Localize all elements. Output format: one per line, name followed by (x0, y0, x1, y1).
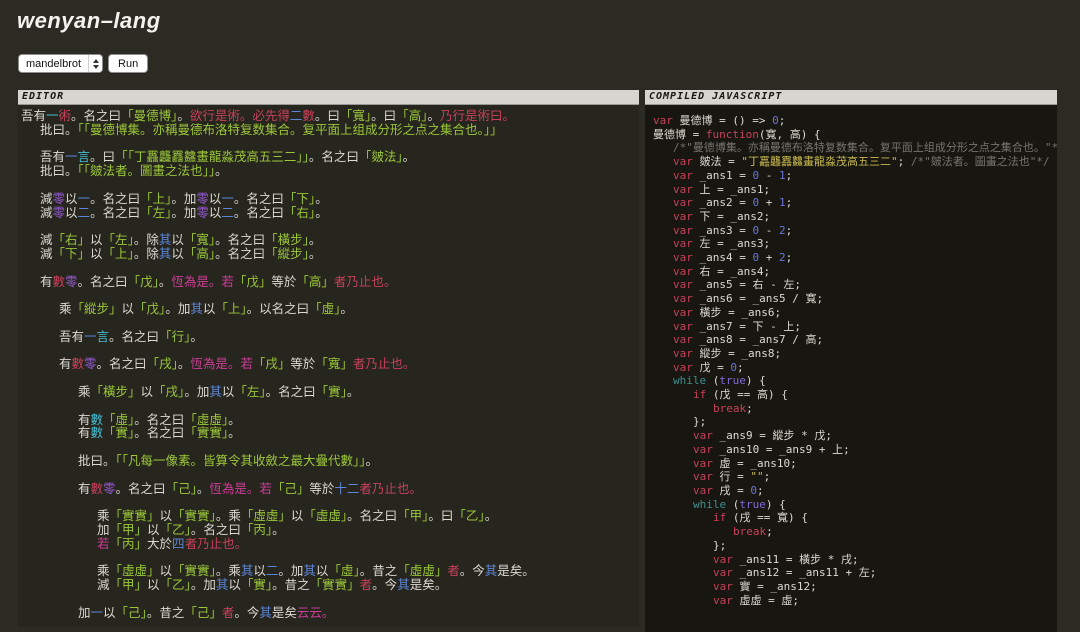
select-stepper-icon (88, 55, 100, 72)
code-line: 批曰。「「曼德博集。亦稱曼德布洛特复数集合。复平面上组成分形之点之集合也。」」 (40, 121, 503, 137)
code-line: /*"曼德博集。亦稱曼德布洛特复数集合。复平面上组成分形之点之集合也。"*/ (673, 141, 1057, 155)
code-line: var 橫步 = _ans6; (673, 305, 782, 319)
code-line: 吾有一言。曰「「丁靐龘䨺䲜畫龍淼茂高五三二」」。名之曰「皴法」。 (40, 149, 416, 165)
code-line: 批曰。「「凡每一像素。皆算令其收斂之最大疊代數」」。 (78, 452, 379, 468)
code-line: 乘「縱步」以「戊」。加其以「上」。以名之曰「虛」。 (59, 301, 353, 317)
code-line: 批曰。「「皴法者。圖畫之法也」」。 (40, 163, 228, 179)
code-line: 吾有一言。名之曰「行」。 (59, 328, 203, 344)
code-line: var _ans10 = _ans9 + 上; (693, 442, 850, 456)
code-line: break; (733, 525, 773, 539)
code-line: var 戌 = 0; (693, 483, 764, 497)
code-line: var _ans6 = _ans5 / 寬; (673, 292, 824, 306)
code-line: var 虛 = _ans10; (693, 456, 797, 470)
code-line: var 上 = _ans1; (673, 182, 771, 196)
code-line: 乘「實實」以「實實」。乘「虛虛」以「虛虛」。名之曰「甲」。曰「乙」。 (97, 508, 498, 524)
code-line: 乘「虛虛」以「實實」。乘其以二。加其以「虛」。昔之「虛虛」者。今其是矣。 (97, 563, 535, 579)
code-line: break; (713, 401, 753, 415)
code-line: 減「右」以「左」。除其以「寬」。名之曰「橫步」。 (40, 232, 322, 248)
code-line: var 行 = ""; (693, 470, 771, 484)
code-line: }; (693, 415, 707, 429)
code-line: 有數「實」。名之曰「實實」。 (78, 425, 241, 441)
compiled-js-panel: COMPILED JAVASCRIPT var 曼德博 = () => 0; 曼德… (645, 90, 1057, 632)
code-line: while (true) { (673, 374, 766, 388)
code-line: var _ans2 = 0 + 1; (673, 196, 793, 210)
code-line: var _ans8 = _ans7 / 高; (673, 333, 824, 347)
code-line: var 戊 = 0; (673, 360, 744, 374)
code-line: var 右 = _ans4; (673, 264, 771, 278)
code-line: 吾有一術。名之曰「曼德博」。欲行是術。必先得二數。曰「寬」。曰「高」。乃行是術曰… (21, 108, 515, 123)
code-line: var _ans7 = 下 - 上; (673, 319, 801, 333)
code-line: 減零以二。名之曰「左」。加零以二。名之曰「右」。 (40, 204, 328, 220)
code-line: var 曼德博 = () => 0; (653, 114, 786, 127)
code-line: var 皴法 = "丁靐龘䨺䲜畫龍淼茂高五三二"; /*"皴法者。圖畫之法也"*… (673, 155, 1050, 169)
code-line: var _ans12 = _ans11 + 左; (713, 566, 877, 580)
example-select-value: mandelbrot (26, 57, 82, 70)
code-line: var _ans4 = 0 + 2; (673, 251, 793, 265)
code-line: var 實 = _ans12; (713, 579, 817, 593)
code-line: var _ans9 = 縱步 * 戊; (693, 429, 832, 443)
code-line: 減「甲」以「乙」。加其以「實」。昔之「實實」者。今其是矣。 (97, 577, 448, 593)
code-line: var 左 = _ans3; (673, 237, 771, 251)
code-line: 若「丙」大於四者乃止也。 (97, 535, 248, 551)
code-line: while (true) { (693, 497, 786, 511)
code-line: 有數零。名之曰「戌」。恆為是。若「戌」等於「寬」者乃止也。 (59, 356, 416, 372)
code-line: if (戊 == 高) { (693, 388, 788, 402)
code-line: var _ans1 = 0 - 1; (673, 168, 793, 182)
code-line: }; (713, 538, 727, 552)
code-line: var 縱步 = _ans8; (673, 346, 782, 360)
code-line: var _ans11 = 橫步 * 戌; (713, 552, 859, 566)
code-line: 有數零。名之曰「戊」。恆為是。若「戊」等於「高」者乃止也。 (40, 273, 397, 289)
app-logo: wenyan–lang (17, 8, 161, 33)
code-line: 減「下」以「上」。除其以「高」。名之曰「縱步」。 (40, 245, 322, 261)
toolbar: mandelbrot Run (18, 54, 149, 73)
code-line: 加「甲」以「乙」。名之曰「丙」。 (97, 521, 285, 537)
compiled-js-code-area: var 曼德博 = () => 0; 曼德博 = function(寬, 高) {… (645, 105, 1057, 632)
code-line: 加一以「己」。昔之「己」者。今其是矣云云。 (78, 604, 335, 620)
code-line: if (戌 == 寬) { (713, 511, 808, 525)
code-line: 減零以一。名之曰「上」。加零以一。名之曰「下」。 (40, 190, 328, 206)
editor-panel-header: EDITOR (18, 90, 639, 105)
code-line: 乘「橫步」以「戌」。加其以「左」。名之曰「實」。 (78, 383, 360, 399)
compiled-js-panel-header: COMPILED JAVASCRIPT (645, 90, 1057, 105)
editor-panel: EDITOR 吾有一術。名之曰「曼德博」。欲行是術。必先得二數。曰「寬」。曰「高… (18, 90, 639, 627)
code-line: 有數零。名之曰「己」。恆為是。若「己」等於十二者乃止也。 (78, 480, 422, 496)
example-select[interactable]: mandelbrot (18, 54, 104, 73)
run-button[interactable]: Run (108, 54, 149, 73)
code-line: var _ans3 = 0 - 2; (673, 223, 793, 237)
code-line: var 下 = _ans2; (673, 209, 771, 223)
code-line: var 虛虛 = 虛; (713, 593, 799, 607)
code-line: var _ans5 = 右 - 左; (673, 278, 801, 292)
code-line: 曼德博 = function(寬, 高) { (653, 127, 821, 141)
editor-code-area[interactable]: 吾有一術。名之曰「曼德博」。欲行是術。必先得二數。曰「寬」。曰「高」。乃行是術曰… (18, 105, 639, 627)
code-line: 有數「虛」。名之曰「虛虛」。 (78, 411, 241, 427)
